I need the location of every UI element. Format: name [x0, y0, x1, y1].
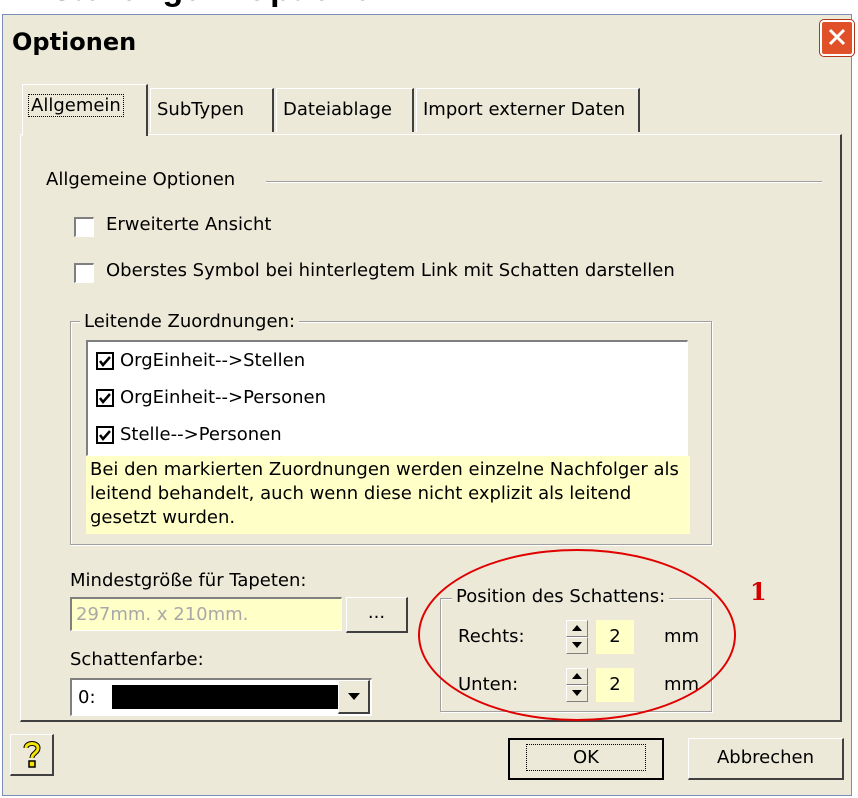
- leading-assignments-legend: Leitende Zuordnungen:: [80, 311, 300, 332]
- dialog-title: Optionen: [12, 28, 137, 56]
- list-item-label: OrgEinheit-->Personen: [120, 387, 327, 408]
- list-item-label: OrgEinheit-->Stellen: [120, 350, 306, 371]
- tab-label: Import externer Daten: [423, 99, 626, 120]
- chevron-down-icon: [347, 693, 360, 700]
- checkmark-icon: [99, 355, 111, 367]
- close-button[interactable]: [820, 20, 854, 56]
- tab-label: Allgemein: [28, 94, 124, 117]
- shadow-color-label: Schattenfarbe:: [70, 649, 204, 670]
- checkmark-icon: [99, 392, 111, 404]
- top-symbol-shadow-checkbox[interactable]: [74, 263, 94, 283]
- tab-allgemein[interactable]: Allgemein: [22, 84, 148, 136]
- color-swatch: [112, 685, 338, 709]
- list-item-label: Stelle-->Personen: [120, 424, 282, 445]
- checkbox-checked[interactable]: [96, 351, 114, 370]
- checkbox-checked[interactable]: [96, 388, 114, 407]
- wallpaper-browse-button[interactable]: ...: [346, 597, 408, 633]
- question-icon: [23, 741, 41, 768]
- wallpaper-min-size-field[interactable]: 297mm. x 210mm.: [70, 597, 342, 631]
- ok-button[interactable]: OK: [508, 738, 664, 780]
- checkmark-icon: [99, 429, 111, 441]
- tab-label: Dateiablage: [283, 99, 393, 120]
- annotation-circle: [418, 549, 736, 721]
- tab-label: SubTypen: [157, 99, 245, 120]
- cancel-button[interactable]: Abbrechen: [688, 738, 844, 780]
- extended-view-label: Erweiterte Ansicht: [106, 214, 272, 235]
- top-symbol-shadow-label: Oberstes Symbol bei hinterlegtem Link mi…: [106, 260, 675, 281]
- extended-view-checkbox[interactable]: [74, 217, 94, 237]
- wallpaper-min-size-label: Mindestgröße für Tapeten:: [70, 570, 307, 591]
- ok-label: OK: [526, 744, 646, 771]
- annotation-number: 1: [750, 577, 767, 606]
- leading-assignments-note: Bei den markierten Zuordnungen werden ei…: [86, 456, 690, 534]
- list-item[interactable]: OrgEinheit-->Stellen: [88, 342, 687, 379]
- shadow-color-value: 0:: [78, 687, 96, 708]
- tab-import-externer-daten[interactable]: Import externer Daten: [416, 88, 640, 132]
- leading-assignments-list[interactable]: OrgEinheit-->Stellen OrgEinheit-->Person…: [86, 340, 688, 456]
- dropdown-button[interactable]: [338, 680, 370, 714]
- section-divider: [266, 181, 822, 183]
- checkbox-checked[interactable]: [96, 425, 114, 444]
- tab-subtypen[interactable]: SubTypen: [150, 88, 274, 132]
- shadow-color-select[interactable]: 0:: [70, 678, 372, 716]
- tab-dateiablage[interactable]: Dateiablage: [276, 88, 414, 132]
- section-label-general: Allgemeine Optionen: [46, 169, 236, 190]
- list-item[interactable]: Stelle-->Personen: [88, 416, 687, 453]
- list-item[interactable]: OrgEinheit-->Personen: [88, 379, 687, 416]
- help-button[interactable]: [10, 734, 54, 776]
- close-icon: [828, 28, 846, 46]
